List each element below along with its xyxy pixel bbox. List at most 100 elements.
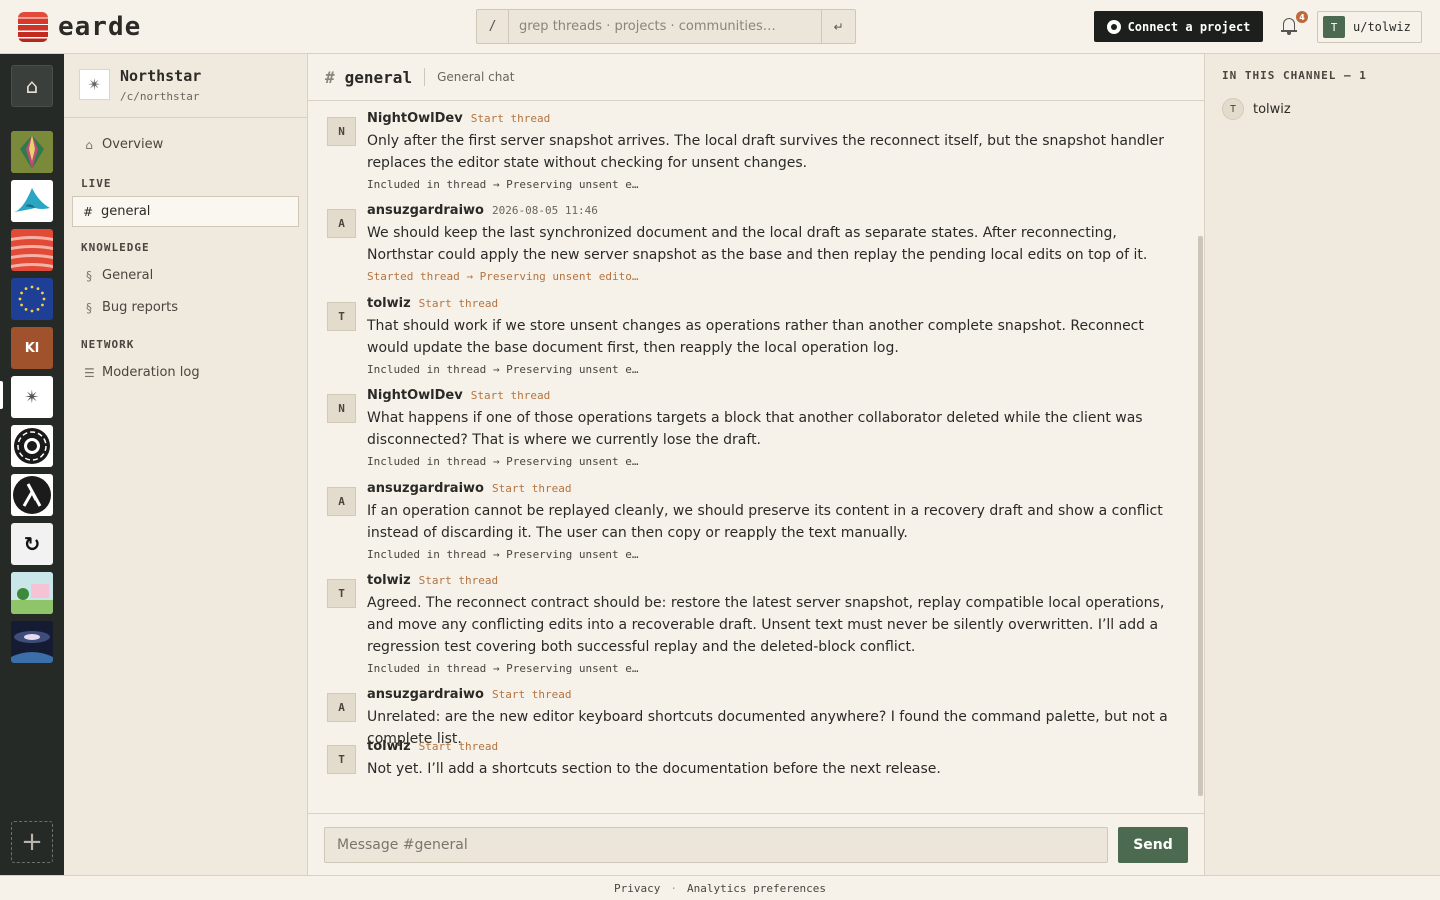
- channel-members-panel: IN THIS CHANNEL — 1 T tolwiz: [1204, 54, 1440, 875]
- channel-header: # general General chat: [308, 54, 1204, 101]
- start-thread-button[interactable]: Start thread: [492, 482, 571, 495]
- avatar[interactable]: A: [327, 487, 356, 516]
- sidebar-item-general-channel[interactable]: # general: [72, 196, 299, 227]
- thread-link[interactable]: Included in thread → Preserving unsent e…: [367, 363, 1187, 376]
- member-item[interactable]: T tolwiz: [1222, 98, 1291, 120]
- start-thread-button[interactable]: Start thread: [419, 740, 498, 753]
- send-button[interactable]: Send: [1118, 827, 1188, 863]
- rail-community-mountain[interactable]: [11, 180, 53, 222]
- message-text: Only after the first server snapshot arr…: [367, 133, 1165, 171]
- rail-community-galaxy[interactable]: [11, 621, 53, 663]
- section-label-live: LIVE: [81, 177, 112, 190]
- sidebar-item-bug-reports[interactable]: § Bug reports: [72, 292, 299, 323]
- app-name: earde: [58, 12, 142, 42]
- avatar[interactable]: A: [327, 209, 356, 238]
- message-author[interactable]: ansuzgardraiwo: [367, 687, 484, 702]
- start-thread-button[interactable]: Start thread: [471, 389, 550, 402]
- members-heading: IN THIS CHANNEL — 1: [1222, 69, 1367, 82]
- sidebar-item-label: general: [101, 204, 151, 219]
- rail-active-indicator: [0, 381, 3, 409]
- divider: [424, 68, 426, 86]
- community-logo-icon: ✴: [79, 69, 110, 100]
- message-list-scrollbar[interactable]: [1198, 236, 1203, 796]
- community-sidebar: ✴ Northstar /c/northstar ⌂ Overview LIVE…: [64, 54, 308, 875]
- avatar[interactable]: T: [327, 745, 356, 774]
- community-slug: /c/northstar: [120, 90, 200, 103]
- rail-community-eu[interactable]: [11, 278, 53, 320]
- channel-title: general: [344, 67, 413, 87]
- privacy-link[interactable]: Privacy: [614, 882, 660, 895]
- rail-community-cycle[interactable]: ↻: [11, 523, 53, 565]
- thread-link[interactable]: Included in thread → Preserving unsent e…: [367, 548, 1187, 561]
- sidebar-item-overview[interactable]: ⌂ Overview: [72, 129, 299, 160]
- community-header: ✴ Northstar /c/northstar: [64, 54, 307, 118]
- message-composer: Send: [308, 813, 1204, 875]
- member-name: tolwiz: [1253, 101, 1291, 117]
- message-author[interactable]: tolwiz: [367, 573, 411, 588]
- avatar[interactable]: N: [327, 117, 356, 146]
- thread-link[interactable]: Included in thread → Preserving unsent e…: [367, 178, 1187, 191]
- app-logo[interactable]: earde: [18, 12, 141, 42]
- avatar[interactable]: A: [327, 693, 356, 722]
- rail-community-northstar[interactable]: ✴: [11, 376, 53, 418]
- user-avatar: T: [1323, 16, 1345, 38]
- sidebar-item-general-knowledge[interactable]: § General: [72, 260, 299, 291]
- rail-community-crystal[interactable]: [11, 131, 53, 173]
- message-list: N NightOwlDev Start thread Only after th…: [308, 101, 1204, 813]
- thread-link[interactable]: Started thread → Preserving unsent edito…: [367, 270, 1187, 283]
- sidebar-item-label: Bug reports: [102, 300, 179, 315]
- thread-link[interactable]: Included in thread → Preserving unsent e…: [367, 662, 1187, 675]
- aperture-icon: [11, 425, 53, 467]
- thread-link[interactable]: Included in thread → Preserving unsent e…: [367, 455, 1187, 468]
- start-thread-button[interactable]: Start thread: [471, 112, 550, 125]
- start-thread-button[interactable]: Start thread: [419, 574, 498, 587]
- section-label-network: NETWORK: [81, 338, 135, 351]
- sidebar-item-label: General: [102, 268, 154, 283]
- avatar[interactable]: T: [327, 302, 356, 331]
- section-icon: §: [86, 268, 92, 283]
- message-author[interactable]: ansuzgardraiwo: [367, 481, 484, 496]
- crystal-icon: [11, 131, 53, 173]
- lambda-icon: [11, 474, 53, 516]
- add-community-button[interactable]: +: [11, 821, 53, 863]
- search-submit-button[interactable]: ↵: [821, 10, 855, 43]
- sidebar-item-label: Overview: [102, 137, 164, 152]
- galaxy-image: [11, 621, 53, 663]
- message-text: That should work if we store unsent chan…: [367, 318, 1144, 356]
- message-author[interactable]: NightOwlDev: [367, 388, 463, 403]
- rail-community-aperture[interactable]: [11, 425, 53, 467]
- hash-icon: #: [325, 67, 335, 87]
- rail-community-earde[interactable]: [11, 229, 53, 271]
- search-input[interactable]: [509, 10, 821, 43]
- user-name: u/tolwiz: [1353, 20, 1411, 34]
- section-label-knowledge: KNOWLEDGE: [81, 241, 150, 254]
- message-text: Agreed. The reconnect contract should be…: [367, 595, 1165, 655]
- home-icon[interactable]: ⌂: [11, 65, 53, 107]
- message-author[interactable]: tolwiz: [367, 296, 411, 311]
- community-rail: ⌂ Kl ✴ ↻ +: [0, 54, 64, 875]
- rail-community-lambda[interactable]: [11, 474, 53, 516]
- message-author[interactable]: NightOwlDev: [367, 111, 463, 126]
- message-text: What happens if one of those operations …: [367, 410, 1143, 448]
- message-input[interactable]: [324, 827, 1108, 863]
- avatar[interactable]: N: [327, 394, 356, 423]
- avatar[interactable]: T: [327, 579, 356, 608]
- message-author[interactable]: tolwiz: [367, 739, 411, 754]
- community-name[interactable]: Northstar: [120, 67, 201, 85]
- top-bar: earde / ↵ Connect a project 4 T u/tolwiz: [0, 0, 1440, 54]
- connect-project-button[interactable]: Connect a project: [1094, 11, 1263, 42]
- start-thread-button[interactable]: Start thread: [492, 688, 571, 701]
- rail-community-kl[interactable]: Kl: [11, 327, 53, 369]
- message-text: We should keep the last synchronized doc…: [367, 225, 1148, 263]
- global-search: / ↵: [476, 9, 856, 44]
- user-menu-button[interactable]: T u/tolwiz: [1317, 11, 1422, 43]
- search-shortcut-hint: /: [477, 10, 509, 43]
- start-thread-button[interactable]: Start thread: [419, 297, 498, 310]
- analytics-preferences-link[interactable]: Analytics preferences: [687, 882, 826, 895]
- mountain-icon: [11, 180, 53, 222]
- sidebar-item-moderation-log[interactable]: ☰ Moderation log: [72, 357, 299, 388]
- message-author[interactable]: ansuzgardraiwo: [367, 203, 484, 218]
- avatar: T: [1222, 98, 1244, 120]
- rail-community-good-day[interactable]: [11, 572, 53, 614]
- page-footer: Privacy · Analytics preferences: [0, 875, 1440, 900]
